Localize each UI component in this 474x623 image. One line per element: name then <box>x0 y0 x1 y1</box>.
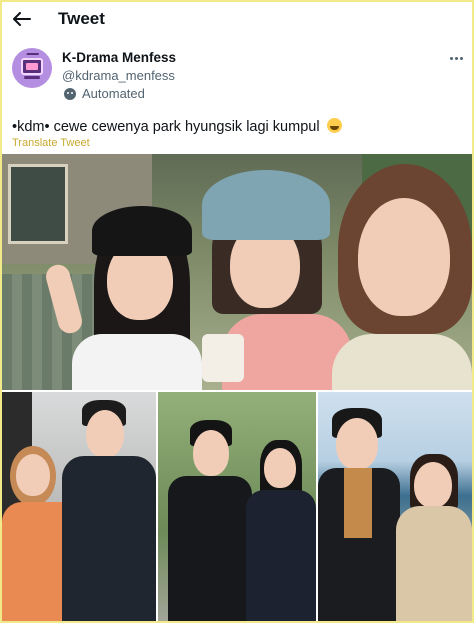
dot-icon <box>449 56 453 60</box>
tv-stand-icon <box>24 76 40 79</box>
photo-couple-black-outfits[interactable] <box>158 392 316 621</box>
tweet-author: K-Drama Menfess @kdrama_menfess Automate… <box>12 46 468 104</box>
tears-of-joy-emoji-icon <box>326 118 342 133</box>
person-woman-black <box>246 440 316 621</box>
photo-couple-orange-coat[interactable] <box>2 392 156 621</box>
dot-icon <box>459 56 463 60</box>
person-woman-cream <box>396 454 472 621</box>
top-bar: Tweet <box>2 2 472 36</box>
media-grid[interactable] <box>2 154 472 621</box>
author-name[interactable]: K-Drama Menfess <box>62 50 176 65</box>
bot-icon <box>64 87 76 100</box>
person-right <box>332 164 472 390</box>
tweet-body: •kdm• cewe cewenya park hyungsik lagi ku… <box>12 119 320 135</box>
automated-text: Automated <box>82 86 145 101</box>
person-middle <box>182 164 352 390</box>
dot-icon <box>454 56 458 60</box>
arrow-left-icon <box>13 12 31 26</box>
photo-selfie-three-women[interactable] <box>2 154 472 390</box>
more-options-button[interactable] <box>446 48 466 68</box>
person-man-camel <box>318 408 400 621</box>
tweet-screen: Tweet K-Drama Menfess @kdrama_menfess Au… <box>0 0 474 623</box>
tv-icon <box>21 58 43 75</box>
translate-tweet-link[interactable]: Translate Tweet <box>12 137 90 149</box>
avatar[interactable] <box>12 48 52 88</box>
back-button[interactable] <box>4 2 40 36</box>
tweet-text: •kdm• cewe cewenya park hyungsik lagi ku… <box>12 118 342 135</box>
photo-couple-seaside-coats[interactable] <box>318 392 472 621</box>
person-man-black <box>168 420 252 621</box>
person-man-navy <box>58 392 156 621</box>
automated-label: Automated <box>64 86 145 101</box>
page-title: Tweet <box>58 9 105 28</box>
author-handle[interactable]: @kdrama_menfess <box>62 68 175 83</box>
